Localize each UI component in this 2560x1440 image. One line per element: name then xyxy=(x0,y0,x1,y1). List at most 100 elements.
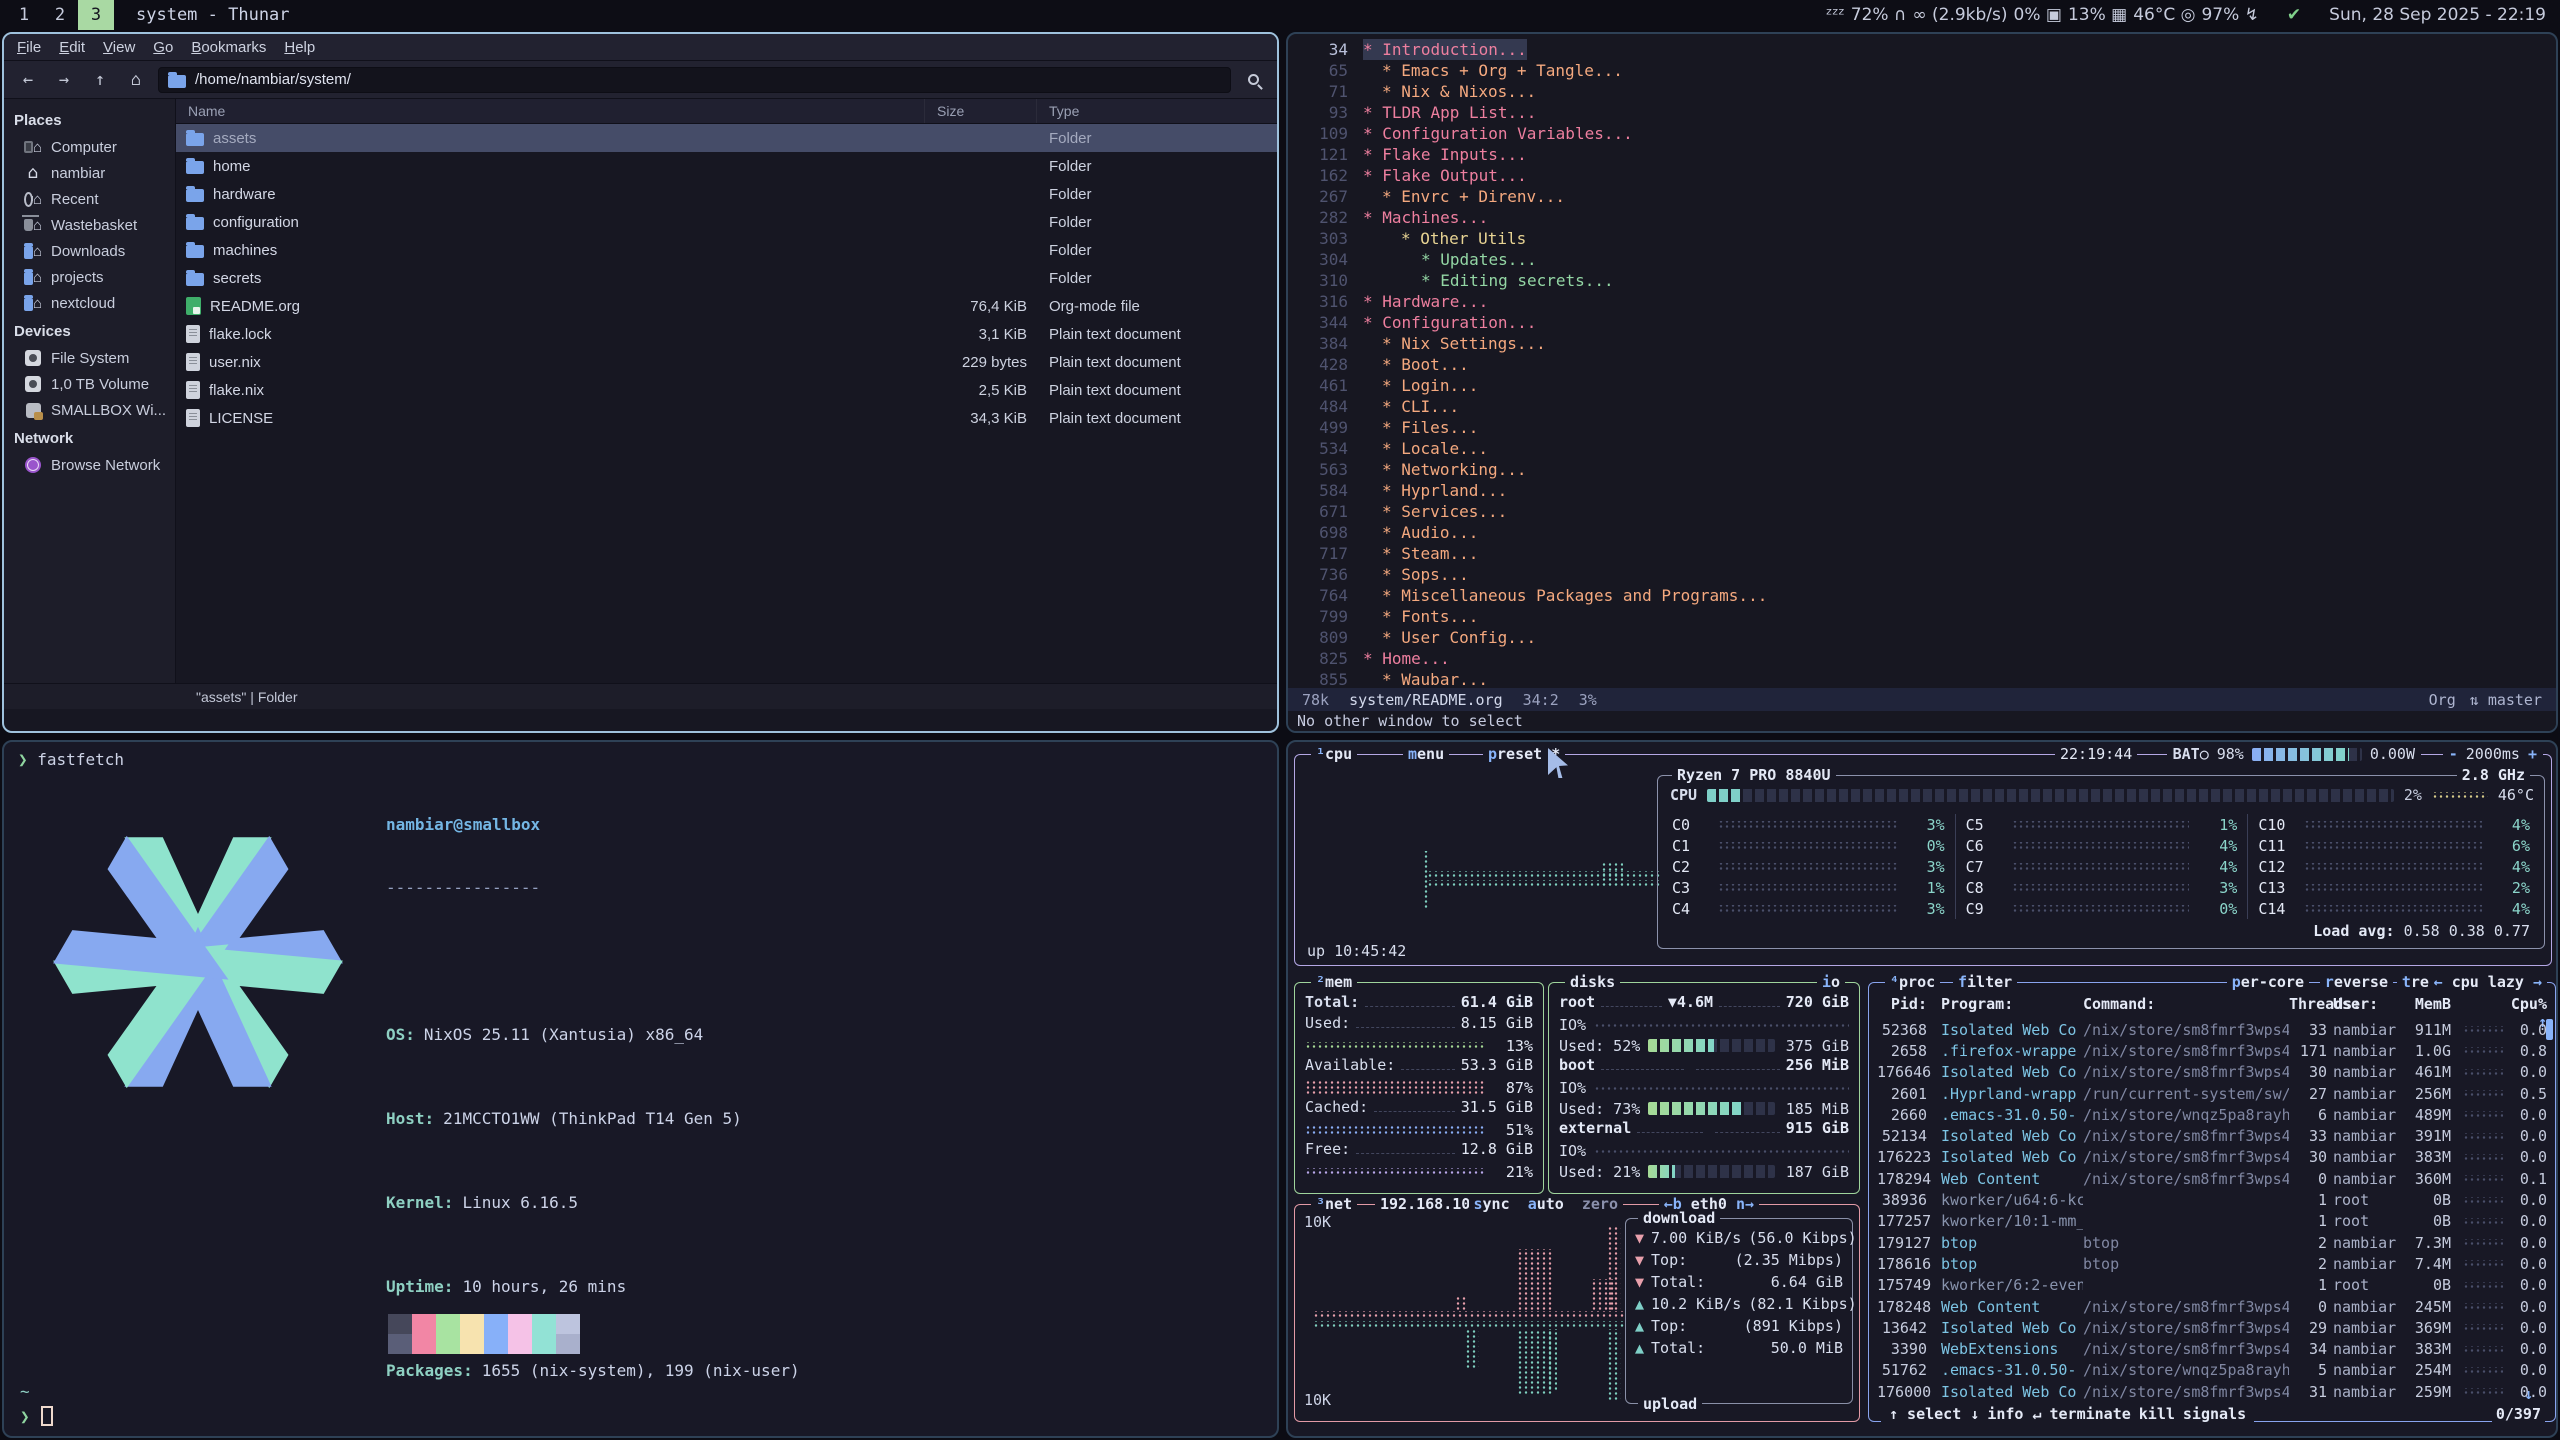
file-row[interactable]: flake.nix 2,5 KiB Plain text document xyxy=(176,376,1277,404)
menu-item[interactable]: Edit xyxy=(50,36,94,59)
menu-item[interactable]: View xyxy=(94,36,144,59)
org-heading[interactable]: 428 * Boot... xyxy=(1288,354,2556,375)
proc-action[interactable]: kill xyxy=(2135,1405,2179,1423)
process-row[interactable]: 178294 Web Content /nix/store/sm8fmrf3wp… xyxy=(1877,1168,2541,1189)
status-module[interactable]: ᶻᶻᶻ xyxy=(1826,5,1845,25)
process-row[interactable]: 178248 Web Content /nix/store/sm8fmrf3wp… xyxy=(1877,1296,2541,1317)
clock[interactable]: Sun, 28 Sep 2025 - 22:19 xyxy=(2329,5,2546,25)
status-module[interactable]: 97% ↯ xyxy=(2201,5,2258,25)
shell-input-line[interactable]: ❯ xyxy=(20,1406,53,1426)
sidebar-item[interactable]: ⌂ Wastebasket xyxy=(4,212,175,238)
status-module[interactable]: 13% ▦ xyxy=(2068,5,2127,25)
file-row[interactable]: secrets Folder xyxy=(176,264,1277,292)
terminal-window[interactable]: ❯ fastfetch nambiar@smallbox -----------… xyxy=(2,740,1279,1438)
proc-action[interactable]: info ↵ xyxy=(1983,1405,2045,1423)
proc-action[interactable]: terminate xyxy=(2046,1405,2135,1423)
file-row[interactable]: flake.lock 3,1 KiB Plain text document xyxy=(176,320,1277,348)
sidebar-device[interactable]: SMALLBOX Wi... xyxy=(4,397,175,423)
major-mode[interactable]: Org xyxy=(2429,691,2456,709)
process-row[interactable]: 52134 Isolated Web Co /nix/store/sm8fmrf… xyxy=(1877,1125,2541,1146)
column-header-name[interactable]: Name xyxy=(176,99,925,123)
status-module[interactable]: ᶻᶻᶻ72% ∩∞ (2.9kb/s)0% ▣13% ▦46°C ◎97% ↯ xyxy=(1826,5,2259,25)
menu-item[interactable]: Help xyxy=(275,36,324,59)
interval-plus-button[interactable]: + xyxy=(2528,745,2537,763)
org-heading[interactable]: 109 * Configuration Variables... xyxy=(1288,123,2556,144)
git-branch[interactable]: master xyxy=(2488,691,2542,709)
process-row[interactable]: 52368 Isolated Web Co /nix/store/sm8fmrf… xyxy=(1877,1019,2541,1040)
search-button[interactable] xyxy=(1239,67,1267,93)
sidebar-item[interactable]: ⌂ projects xyxy=(4,264,175,290)
org-heading[interactable]: 764 * Miscellaneous Packages and Program… xyxy=(1288,585,2556,606)
org-heading[interactable]: 825 * Home... xyxy=(1288,648,2556,669)
sidebar-network[interactable]: Browse Network xyxy=(4,452,175,478)
org-heading[interactable]: 93 * TLDR App List... xyxy=(1288,102,2556,123)
org-heading[interactable]: 484 * CLI... xyxy=(1288,396,2556,417)
org-heading[interactable]: 344 * Configuration... xyxy=(1288,312,2556,333)
buffer-name[interactable]: system/README.org xyxy=(1349,691,1503,709)
org-heading[interactable]: 736 * Sops... xyxy=(1288,564,2556,585)
process-row[interactable]: 178616 btop btop 2 nambiar 7.4M 0.0 xyxy=(1877,1253,2541,1274)
org-heading[interactable]: 563 * Networking... xyxy=(1288,459,2556,480)
sort-selector[interactable]: ← cpu lazy → xyxy=(2429,973,2547,991)
file-row[interactable]: home Folder xyxy=(176,152,1277,180)
file-row[interactable]: configuration Folder xyxy=(176,208,1277,236)
menu-item[interactable]: File xyxy=(8,36,50,59)
process-row[interactable]: 176000 Isolated Web Co /nix/store/sm8fmr… xyxy=(1877,1381,2541,1402)
org-heading[interactable]: 65 * Emacs + Org + Tangle... xyxy=(1288,60,2556,81)
file-row[interactable]: assets Folder xyxy=(176,124,1277,152)
file-row[interactable]: machines Folder xyxy=(176,236,1277,264)
column-header-type[interactable]: Type xyxy=(1037,99,1277,123)
cpu-tab[interactable]: ¹cpu xyxy=(1311,745,1357,763)
org-heading[interactable]: 267 * Envrc + Direnv... xyxy=(1288,186,2556,207)
sidebar-device[interactable]: 1,0 TB Volume xyxy=(4,371,175,397)
file-row[interactable]: LICENSE 34,3 KiB Plain text document xyxy=(176,404,1277,432)
process-row[interactable]: 3390 WebExtensions /nix/store/sm8fmrf3wp… xyxy=(1877,1338,2541,1359)
org-heading[interactable]: 671 * Services... xyxy=(1288,501,2556,522)
org-heading[interactable]: 162 * Flake Output... xyxy=(1288,165,2556,186)
menu-item[interactable]: Go xyxy=(144,36,182,59)
process-row[interactable]: 2660 .emacs-31.0.50- /nix/store/wnqz5pa8… xyxy=(1877,1104,2541,1125)
org-heading[interactable]: 384 * Nix Settings... xyxy=(1288,333,2556,354)
org-heading[interactable]: 499 * Files... xyxy=(1288,417,2556,438)
sidebar-item[interactable]: ⌂ Recent xyxy=(4,186,175,212)
org-heading[interactable]: 809 * User Config... xyxy=(1288,627,2556,648)
interval-minus-button[interactable]: - xyxy=(2449,745,2458,763)
io-tab[interactable]: io xyxy=(1822,973,1840,991)
org-heading[interactable]: 34 * Introduction... xyxy=(1288,39,2556,60)
process-row[interactable]: 2601 .Hyprland-wrapp /run/current-system… xyxy=(1877,1083,2541,1104)
org-heading[interactable]: 584 * Hyprland... xyxy=(1288,480,2556,501)
org-heading[interactable]: 461 * Login... xyxy=(1288,375,2556,396)
reverse-toggle[interactable]: reverse xyxy=(2325,973,2388,991)
proc-tab[interactable]: ⁴proc xyxy=(1885,973,1940,991)
column-header-size[interactable]: Size xyxy=(925,99,1037,123)
org-heading[interactable]: 303 * Other Utils xyxy=(1288,228,2556,249)
per-core-toggle[interactable]: per-core xyxy=(2232,973,2304,991)
home-button[interactable]: ⌂ xyxy=(122,67,150,93)
sidebar-item[interactable]: ⌂ Downloads xyxy=(4,238,175,264)
status-module[interactable]: 46°C ◎ xyxy=(2133,5,2195,25)
process-row[interactable]: 176646 Isolated Web Co /nix/store/sm8fmr… xyxy=(1877,1062,2541,1083)
mem-tab[interactable]: ²mem xyxy=(1311,973,1357,991)
org-heading[interactable]: 698 * Audio... xyxy=(1288,522,2556,543)
process-row[interactable]: 179127 btop btop 2 nambiar 7.3M 0.0 xyxy=(1877,1232,2541,1253)
org-heading[interactable]: 310 * Editing secrets... xyxy=(1288,270,2556,291)
status-module[interactable]: 0% ▣ xyxy=(2014,5,2062,25)
file-row[interactable]: user.nix 229 bytes Plain text document xyxy=(176,348,1277,376)
org-heading[interactable]: 534 * Locale... xyxy=(1288,438,2556,459)
menu-item[interactable]: Bookmarks xyxy=(182,36,275,59)
file-row[interactable]: hardware Folder xyxy=(176,180,1277,208)
sidebar-item[interactable]: ⌂ Computer xyxy=(4,134,175,160)
file-row[interactable]: README.org 76,4 KiB Org-mode file xyxy=(176,292,1277,320)
org-heading[interactable]: 282 * Machines... xyxy=(1288,207,2556,228)
org-heading[interactable]: 121 * Flake Inputs... xyxy=(1288,144,2556,165)
org-heading[interactable]: 316 * Hardware... xyxy=(1288,291,2556,312)
workspace-button[interactable]: 1 xyxy=(6,0,42,30)
sidebar-device[interactable]: File System xyxy=(4,345,175,371)
process-row[interactable]: 51762 .emacs-31.0.50- /nix/store/wnqz5pa… xyxy=(1877,1360,2541,1381)
process-row[interactable]: 13642 Isolated Web Co /nix/store/sm8fmrf… xyxy=(1877,1317,2541,1338)
proc-action[interactable]: ↑ select ↓ xyxy=(1885,1405,1983,1423)
process-row[interactable]: 175749 kworker/6:2-even 1 root 0B 0.0 xyxy=(1877,1275,2541,1296)
menu-button[interactable]: menu xyxy=(1403,745,1449,763)
status-module[interactable]: 72% ∩ xyxy=(1851,5,1907,25)
workspace-button[interactable]: 3 xyxy=(78,0,114,30)
